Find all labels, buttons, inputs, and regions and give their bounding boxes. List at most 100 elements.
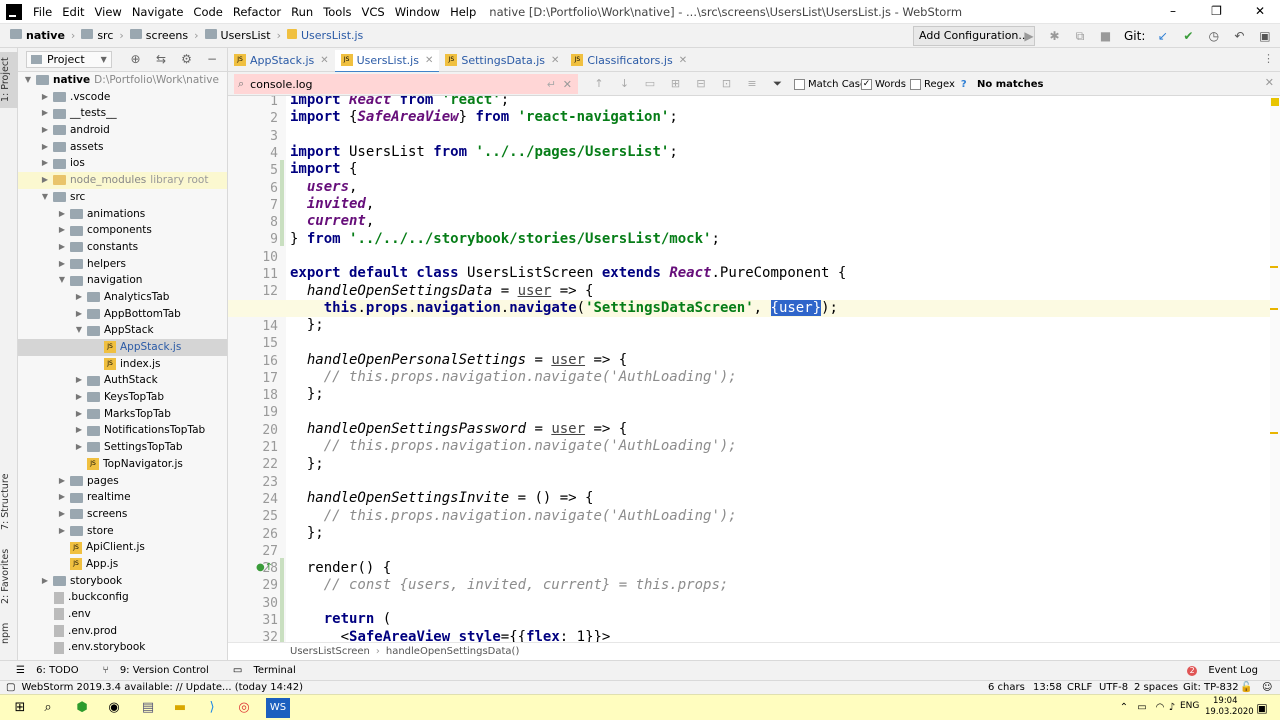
menu-edit[interactable]: Edit (57, 5, 89, 19)
tree-item[interactable]: .env.prod (18, 623, 227, 640)
tree-item[interactable]: ▼ navigation (18, 272, 227, 289)
minimize-icon[interactable]: – (1153, 0, 1193, 22)
chrome-icon[interactable]: ◎ (234, 698, 254, 718)
tree-item[interactable]: ▼ AppStack (18, 322, 227, 339)
words-checkbox[interactable]: ✓ Words (861, 72, 906, 96)
menu-file[interactable]: File (28, 5, 57, 19)
add-occurrence-icon[interactable]: ⊞ (665, 72, 687, 96)
search-icon[interactable]: ⌕ (38, 698, 58, 718)
status-encoding[interactable]: UTF-8 (1099, 682, 1128, 693)
vscode-icon[interactable]: ⟩ (202, 698, 222, 718)
tree-item[interactable]: JS AppStack.js (18, 339, 227, 356)
match-case-checkbox[interactable]: Match Case (794, 72, 866, 96)
chevron-right-icon[interactable]: ▶ (39, 89, 51, 106)
tab-appstack[interactable]: JS AppStack.js ✕ (228, 48, 335, 72)
close-icon[interactable]: ✕ (551, 55, 559, 66)
close-icon[interactable]: ✕ (320, 55, 328, 66)
chevron-right-icon[interactable]: ▶ (73, 439, 85, 456)
menu-tools[interactable]: Tools (318, 5, 356, 19)
find-input[interactable]: ⌕ console.log ↵ ✕ (234, 74, 578, 94)
menu-help[interactable]: Help (445, 5, 481, 19)
project-tool-tab[interactable]: 1: Project (0, 52, 18, 108)
notification-icon[interactable]: ▢ (6, 682, 15, 693)
menu-window[interactable]: Window (390, 5, 445, 19)
tree-item[interactable]: ▶ animations (18, 206, 227, 223)
coverage-icon[interactable]: ⧉ (1069, 24, 1091, 48)
tree-item[interactable]: JS index.js (18, 356, 227, 373)
terminal-tool-button[interactable]: ▭ Terminal (225, 665, 296, 676)
status-caret-position[interactable]: 13:58 (1033, 682, 1062, 693)
tree-item[interactable]: ▶ .vscode (18, 89, 227, 106)
chevron-right-icon[interactable]: ▶ (56, 222, 68, 239)
marker[interactable] (1270, 432, 1278, 434)
tree-item[interactable]: ▶ screens (18, 506, 227, 523)
close-icon[interactable]: ✕ (679, 55, 687, 66)
tray-chevron-icon[interactable]: ⌃ (1114, 698, 1134, 718)
remove-occurrence-icon[interactable]: ⊟ (690, 72, 712, 96)
tab-classificators[interactable]: JS Classificators.js ✕ (565, 48, 693, 72)
notifications-icon[interactable]: ▣ (1252, 698, 1272, 718)
favorites-tool-tab[interactable]: 2: Favorites (0, 546, 18, 606)
tab-settingsdata[interactable]: JS SettingsData.js ✕ (439, 48, 565, 72)
menu-vcs[interactable]: VCS (357, 5, 390, 19)
chevron-down-icon[interactable]: ▼ (56, 272, 68, 289)
clock-date[interactable]: 19.03.2020 (1205, 707, 1254, 717)
hide-icon[interactable]: − (201, 52, 223, 66)
start-icon[interactable]: ⊞ (10, 698, 30, 718)
select-all-icon[interactable]: ⊡ (716, 72, 738, 96)
tree-item[interactable]: .buckconfig (18, 589, 227, 606)
menu-view[interactable]: View (90, 5, 127, 19)
nav-crumb-screens[interactable]: screens (126, 29, 192, 42)
tree-item[interactable]: ▶ storybook (18, 573, 227, 590)
chevron-right-icon[interactable]: ▶ (39, 172, 51, 189)
tree-item[interactable]: ▶ NotificationsTopTab (18, 422, 227, 439)
todo-tool-button[interactable]: ☰ 6: TODO (8, 665, 79, 676)
tree-item[interactable]: ▶ realtime (18, 489, 227, 506)
git-commit-icon[interactable]: ✔ (1177, 24, 1199, 48)
tree-item[interactable]: ▶ ios (18, 155, 227, 172)
tree-item[interactable]: ▶ store (18, 523, 227, 540)
chevron-right-icon[interactable]: ▶ (56, 506, 68, 523)
warning-icon[interactable] (1271, 98, 1279, 106)
lock-icon[interactable]: 🔓 (1240, 682, 1252, 693)
volume-icon[interactable]: ♪ (1162, 698, 1182, 718)
override-method-icon[interactable]: ●↑ (256, 562, 273, 573)
code-editor[interactable]: 1234567891011121314151617181920212223242… (228, 96, 1280, 642)
stop-icon[interactable]: ■ (1095, 24, 1117, 48)
input-language[interactable]: ENG (1180, 701, 1199, 711)
chevron-right-icon[interactable]: ▶ (73, 422, 85, 439)
chevron-right-icon[interactable]: ▶ (73, 372, 85, 389)
status-message[interactable]: WebStorm 2019.3.4 available: // Update..… (21, 682, 303, 693)
tab-userslist[interactable]: JS UsersList.js ✕ (334, 49, 440, 74)
status-git-branch[interactable]: Git: TP-832 (1183, 682, 1239, 693)
clock-time[interactable]: 19:04 (1213, 696, 1238, 706)
structure-tool-tab[interactable]: 7: Structure (0, 470, 18, 534)
prev-occurrence-icon[interactable]: ↑ (588, 72, 610, 96)
npm-tool-tab[interactable]: npm (0, 620, 18, 646)
menu-run[interactable]: Run (286, 5, 318, 19)
chevron-right-icon[interactable]: ▶ (73, 389, 85, 406)
tree-item[interactable]: ▶ node_modules library root (18, 172, 227, 189)
chevron-right-icon[interactable]: ▶ (73, 306, 85, 323)
menu-refactor[interactable]: Refactor (228, 5, 286, 19)
menu-navigate[interactable]: Navigate (127, 5, 189, 19)
close-icon[interactable]: ✕ (1240, 0, 1280, 22)
app-icon[interactable]: ▤ (138, 698, 158, 718)
tree-item[interactable]: .env.storybook (18, 639, 227, 656)
app-icon[interactable]: ⬢ (72, 698, 92, 718)
close-icon[interactable]: ✕ (425, 55, 433, 66)
chevron-right-icon[interactable]: ▶ (39, 573, 51, 590)
next-occurrence-icon[interactable]: ↓ (614, 72, 636, 96)
chevron-right-icon[interactable]: ▶ (56, 256, 68, 273)
network-icon[interactable]: ▭ (1132, 698, 1152, 718)
chevron-right-icon[interactable]: ▶ (39, 139, 51, 156)
run-icon[interactable]: ▶ (1018, 24, 1040, 48)
nav-crumb-file[interactable]: UsersList.js (283, 29, 367, 42)
tree-item[interactable]: ▶ AnalyticsTab (18, 289, 227, 306)
tree-item[interactable]: ▶ KeysTopTab (18, 389, 227, 406)
event-log-button[interactable]: 2 Event Log (1179, 665, 1258, 676)
newline-icon[interactable]: ↵ (547, 78, 556, 91)
tree-item[interactable]: ▶ AuthStack (18, 372, 227, 389)
tree-item[interactable]: ▼ native D:\Portfolio\Work\native (18, 72, 227, 89)
nav-crumb-userslist[interactable]: UsersList (201, 29, 275, 42)
